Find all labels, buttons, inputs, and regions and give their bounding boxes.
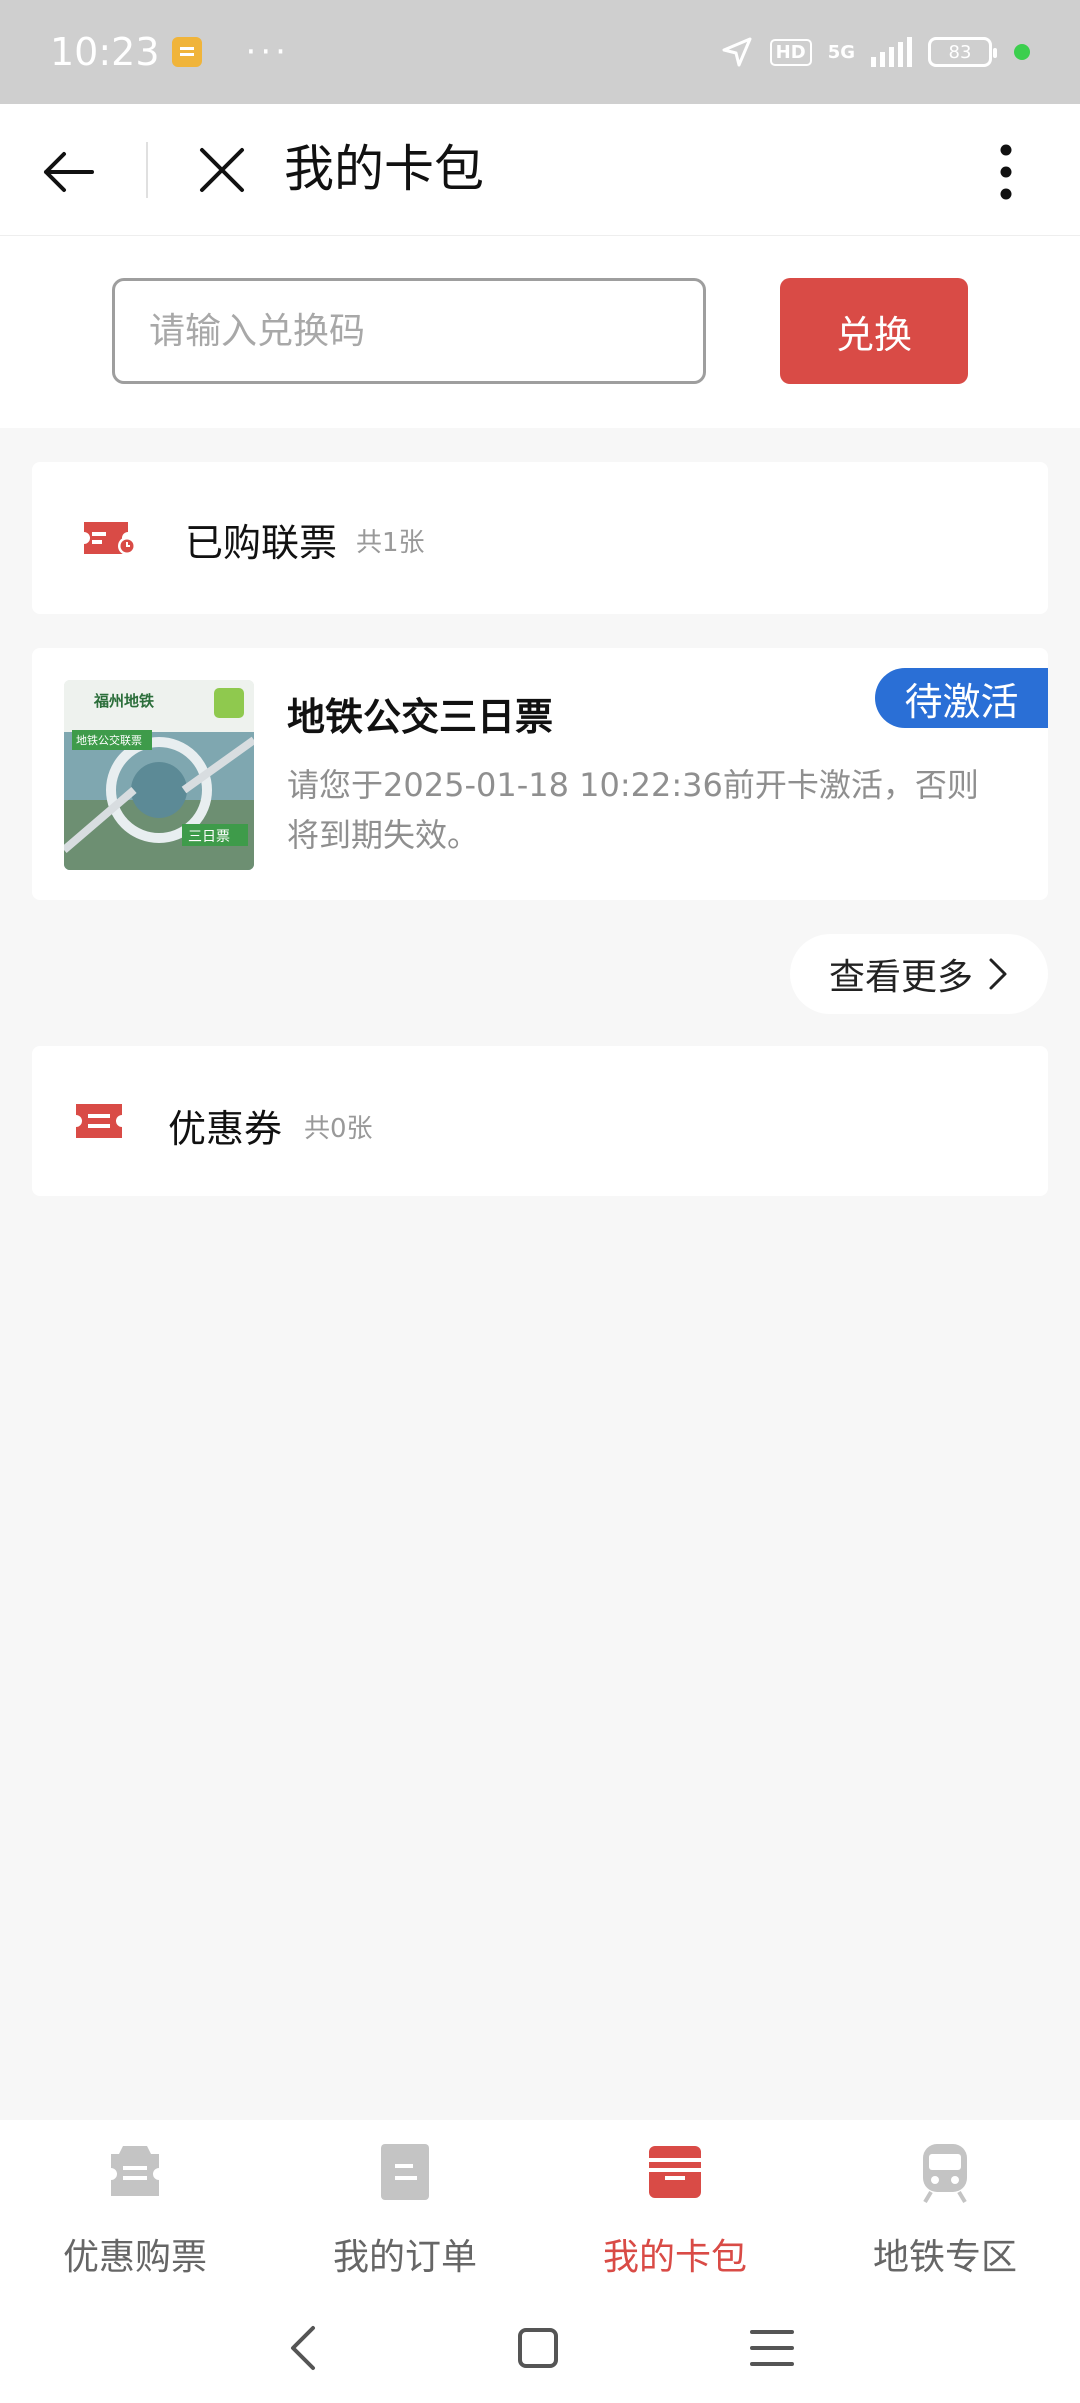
more-options-icon[interactable]	[986, 140, 1026, 204]
wallet-icon	[649, 2146, 701, 2198]
close-icon[interactable]	[196, 144, 248, 196]
tab-my-orders[interactable]: 我的订单	[270, 2140, 540, 2290]
tab-label: 我的订单	[332, 2237, 477, 2278]
system-navigation-bar	[0, 2294, 1080, 2403]
purchased-title: 已购联票	[185, 521, 338, 565]
combo-ticket-icon	[84, 522, 136, 555]
ticket-thumb-brand: 福州地铁	[94, 692, 155, 710]
coupon-count: 共0张	[304, 1114, 373, 1144]
ticket-name: 地铁公交三日票	[287, 695, 554, 739]
redeem-section: 兑换	[0, 236, 1080, 428]
camera-indicator-icon	[1014, 44, 1030, 60]
battery-icon: 83	[928, 37, 997, 67]
tab-label: 地铁专区	[872, 2237, 1017, 2278]
page-title: 我的卡包	[284, 140, 484, 198]
system-back-icon[interactable]	[275, 2318, 335, 2378]
more-notifications-icon: ···	[245, 32, 290, 72]
redeem-code-input[interactable]	[112, 278, 706, 384]
system-home-icon[interactable]	[508, 2318, 568, 2378]
ticket-thumb-type: 三日票	[188, 829, 230, 845]
purchased-count: 共1张	[356, 528, 425, 558]
ticket-thumbnail: 福州地铁 地铁公交联票 三日票	[64, 680, 254, 870]
ticket-description: 请您于2025-01-18 10:22:36前开卡激活，否则将到期失效。	[287, 766, 979, 854]
tab-label: 优惠购票	[62, 2237, 207, 2278]
chevron-right-icon	[989, 958, 1007, 990]
ticket-thumb-tag: 地铁公交联票	[76, 734, 142, 747]
tab-my-wallet[interactable]: 我的卡包	[540, 2140, 810, 2290]
status-time: 10:23	[50, 30, 160, 74]
tab-metro-zone[interactable]: 地铁专区	[810, 2140, 1080, 2290]
location-icon	[722, 37, 752, 67]
message-notification-icon	[171, 37, 202, 67]
back-arrow-icon[interactable]	[38, 142, 98, 202]
bottom-tab-bar: 优惠购票 我的订单 我的卡包 地铁专区	[0, 2120, 1080, 2294]
view-more-button[interactable]: 查看更多	[790, 934, 1048, 1014]
coupon-icon	[76, 1104, 122, 1138]
order-icon	[381, 2144, 429, 2200]
tab-discount-tickets[interactable]: 优惠购票	[0, 2140, 270, 2290]
app-header: 我的卡包	[0, 104, 1080, 236]
system-menu-icon[interactable]	[742, 2318, 802, 2378]
view-more-label: 查看更多	[828, 957, 973, 998]
coupon-title: 优惠券	[168, 1107, 283, 1151]
network-type: 5G	[827, 41, 855, 63]
coupon-section[interactable]: 优惠券 共0张	[32, 1046, 1048, 1196]
ticket-card[interactable]: 福州地铁 地铁公交联票 三日票 地铁公交三日票 请您于2025-01-18 10…	[32, 648, 1048, 900]
signal-icon	[871, 37, 912, 67]
tab-label: 我的卡包	[602, 2237, 747, 2278]
status-badge: 待激活	[875, 668, 1048, 728]
ticket-icon	[111, 2146, 159, 2196]
purchased-tickets-section[interactable]: 已购联票 共1张	[32, 462, 1048, 614]
redeem-button[interactable]: 兑换	[780, 278, 968, 384]
hd-icon: HD	[769, 38, 812, 66]
status-icons: HD 5G 83	[720, 35, 1030, 69]
train-icon	[923, 2144, 967, 2204]
status-bar: 10:23 ··· HD 5G 83	[0, 0, 1080, 104]
header-divider	[146, 142, 148, 198]
